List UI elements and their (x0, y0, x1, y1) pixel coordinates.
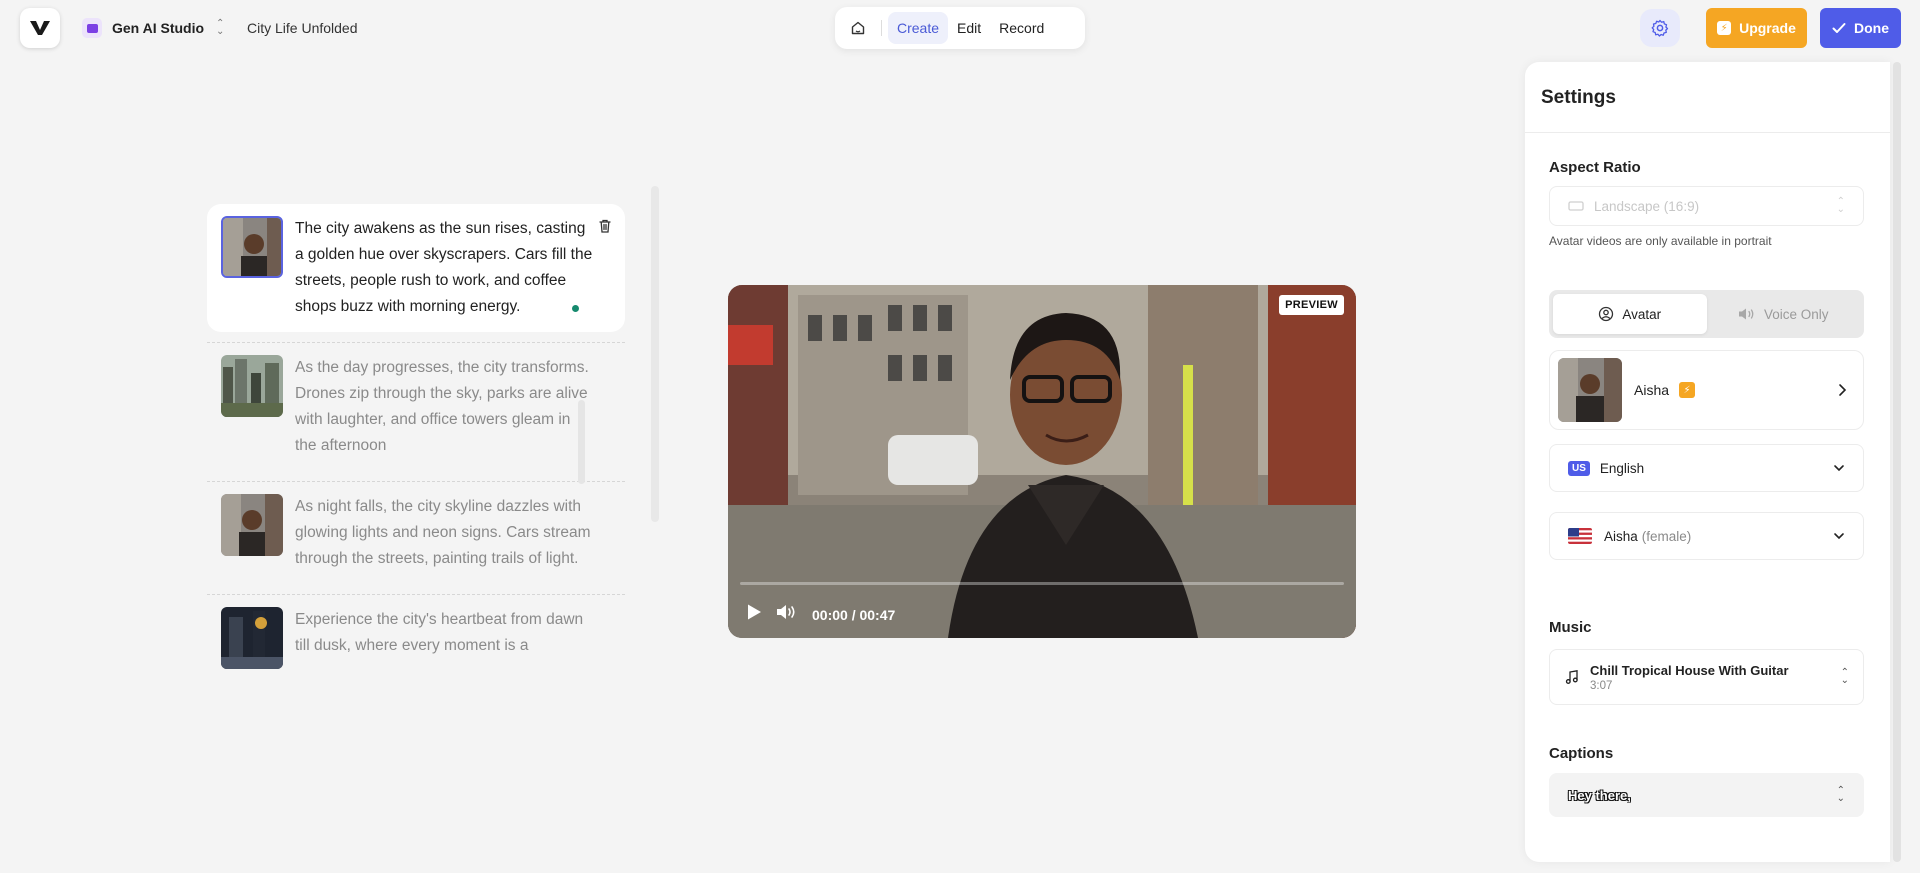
video-time: 00:00 / 00:47 (812, 606, 896, 623)
avatar-voice-toggle: Avatar Voice Only (1549, 290, 1864, 338)
divider (207, 481, 625, 482)
voice-gender: (female) (1641, 528, 1692, 544)
chevron-down-icon (1834, 465, 1844, 472)
avatar-selector[interactable]: Aisha ⚡ (1549, 350, 1864, 430)
chevron-down-icon (1834, 533, 1844, 540)
workspace-icon (82, 18, 102, 38)
language-select[interactable]: US English (1549, 444, 1864, 492)
speaker-icon (1738, 308, 1754, 320)
avatar-name: Aisha (1634, 382, 1670, 398)
scene-thumbnail[interactable] (221, 607, 283, 669)
divider (207, 594, 625, 595)
volume-button[interactable] (776, 603, 798, 626)
aspect-ratio-label: Aspect Ratio (1549, 159, 1641, 176)
video-frame (728, 285, 1356, 638)
toggle-avatar[interactable]: Avatar (1553, 294, 1707, 334)
status-dot (572, 305, 579, 312)
music-label: Music (1549, 619, 1592, 636)
home-icon (851, 21, 865, 35)
captions-label: Captions (1549, 745, 1614, 762)
scene-card[interactable]: As night falls, the city skyline dazzles… (207, 492, 625, 584)
upgrade-label: Upgrade (1739, 20, 1796, 36)
mode-switcher: Create Edit Record (835, 7, 1085, 49)
divider (207, 342, 625, 343)
tab-create[interactable]: Create (888, 12, 949, 44)
project-title[interactable]: City Life Unfolded (247, 20, 358, 36)
scene-script-text[interactable]: Experience the city's heartbeat from daw… (295, 607, 595, 669)
video-controls: 00:00 / 00:47 (746, 603, 895, 626)
scene-script-text[interactable]: The city awakens as the sun rises, casti… (295, 216, 595, 320)
scene-thumbnail[interactable] (221, 216, 283, 278)
gear-icon (1651, 19, 1669, 37)
scene-list: The city awakens as the sun rises, casti… (207, 204, 627, 744)
tab-record[interactable]: Record (990, 12, 1053, 44)
tab-edit[interactable]: Edit (948, 12, 990, 44)
scene-card[interactable]: As the day progresses, the city transfor… (207, 353, 625, 471)
chevron-up-down-icon: ⌃ ⌄ (216, 18, 225, 37)
volume-icon (777, 605, 795, 619)
language-flag-badge: US (1568, 460, 1590, 476)
captions-select[interactable]: Hey there, ⌃ ⌄ (1549, 773, 1864, 817)
scene-card[interactable]: Experience the city's heartbeat from daw… (207, 605, 625, 681)
delete-scene-button[interactable] (597, 218, 613, 239)
video-preview[interactable]: PREVIEW 00:00 / 00:47 (728, 285, 1356, 638)
language-value: English (1599, 460, 1645, 476)
premium-badge-icon: ⚡ (1679, 382, 1696, 398)
divider (1525, 132, 1890, 133)
aspect-ratio-hint: Avatar videos are only available in port… (1549, 234, 1772, 248)
aspect-ratio-select[interactable]: Landscape (16:9) ⌃ ⌄ (1549, 186, 1864, 226)
toggle-voice-only[interactable]: Voice Only (1707, 294, 1861, 334)
chevron-up-down-icon: ⌃ ⌄ (1840, 667, 1849, 686)
done-button[interactable]: Done (1820, 8, 1901, 48)
settings-panel: Settings Aspect Ratio Landscape (16:9) ⌃… (1525, 62, 1890, 862)
us-flag-icon (1568, 528, 1592, 544)
caption-style-preview: Hey there, (1568, 787, 1631, 803)
music-title: Chill Tropical House With Guitar (1590, 662, 1789, 678)
scene-text-scrollbar[interactable] (578, 400, 585, 484)
workspace-name: Gen AI Studio (112, 20, 205, 36)
aspect-ratio-value: Landscape (16:9) (1594, 198, 1700, 214)
trash-icon (599, 219, 611, 233)
user-circle-icon (1599, 306, 1614, 322)
video-progress-bar[interactable] (740, 582, 1344, 585)
settings-button[interactable] (1640, 9, 1680, 47)
toggle-voice-only-label: Voice Only (1763, 306, 1829, 322)
chevron-up-down-icon: ⌃ ⌄ (1836, 196, 1845, 215)
chevron-up-down-icon: ⌃ ⌄ (1836, 785, 1845, 804)
avatar-thumbnail (1558, 358, 1622, 422)
chevron-right-icon (1839, 384, 1847, 396)
settings-scrollbar[interactable] (1893, 62, 1901, 862)
app-logo[interactable] (20, 8, 60, 48)
voice-name: Aisha (1604, 528, 1638, 544)
upgrade-button[interactable]: ⚡ Upgrade (1706, 8, 1807, 48)
scene-script-text[interactable]: As night falls, the city skyline dazzles… (295, 494, 595, 572)
landscape-icon (1568, 201, 1584, 211)
preview-badge: PREVIEW (1279, 295, 1344, 315)
scene-card[interactable]: The city awakens as the sun rises, casti… (207, 204, 625, 332)
lightning-icon: ⚡ (1717, 21, 1732, 35)
logo-icon (30, 21, 50, 35)
home-button[interactable] (841, 12, 875, 44)
panel-title: Settings (1541, 87, 1616, 108)
music-duration: 3:07 (1590, 679, 1613, 692)
scene-script-text[interactable]: As the day progresses, the city transfor… (295, 355, 595, 459)
toggle-avatar-label: Avatar (1622, 306, 1662, 322)
voice-select[interactable]: Aisha (female) (1549, 512, 1864, 560)
check-icon (1832, 23, 1846, 33)
done-label: Done (1854, 20, 1889, 36)
scene-list-scrollbar[interactable] (651, 186, 659, 522)
divider (881, 20, 882, 36)
play-icon (748, 604, 761, 620)
workspace-switcher[interactable]: Gen AI Studio ⌃ ⌄ (82, 17, 224, 39)
play-button[interactable] (746, 603, 762, 626)
scene-thumbnail[interactable] (221, 494, 283, 556)
scene-thumbnail[interactable] (221, 355, 283, 417)
music-note-icon (1565, 670, 1578, 684)
music-select[interactable]: Chill Tropical House With Guitar 3:07 ⌃ ⌄ (1549, 649, 1864, 705)
